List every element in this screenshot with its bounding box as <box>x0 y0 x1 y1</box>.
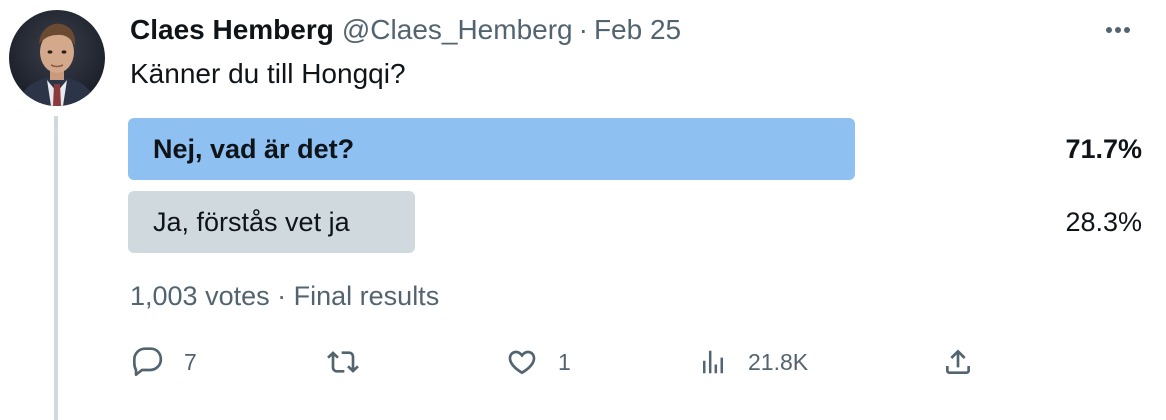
share-icon <box>946 349 970 374</box>
separator-dot: · <box>578 14 588 45</box>
poll-option: Nej, vad är det? 71.7% <box>128 118 1142 180</box>
like-button[interactable]: 1 <box>506 340 571 384</box>
reply-icon <box>133 347 163 376</box>
poll-option-percent: 28.3% <box>1065 207 1142 237</box>
retweet-icon <box>327 351 359 373</box>
thread-line <box>54 116 58 420</box>
heart-icon <box>508 350 536 375</box>
more-horizontal-icon <box>1106 27 1130 33</box>
poll-status: Final results <box>293 281 440 311</box>
tweet-date[interactable]: Feb 25 <box>594 14 681 46</box>
views-button[interactable]: 21.8K <box>698 340 808 384</box>
reply-button[interactable]: 7 <box>132 340 197 384</box>
like-count: 1 <box>558 348 571 375</box>
author-handle[interactable]: @Claes_Hemberg <box>342 14 573 46</box>
poll-option: Ja, förstås vet ja 28.3% <box>128 191 1142 253</box>
poll-votes: 1,003 votes <box>130 281 270 311</box>
avatar-image <box>9 10 105 106</box>
poll-option-label: Nej, vad är det? <box>153 134 355 164</box>
tweet-header: Claes Hemberg @Claes_Hemberg · Feb 25 <box>130 12 681 48</box>
author-name[interactable]: Claes Hemberg <box>130 14 334 46</box>
views-icon <box>703 350 723 374</box>
more-button[interactable] <box>1098 18 1138 42</box>
action-bar: 7 1 21.8K <box>128 340 1008 384</box>
retweet-button[interactable] <box>326 340 360 384</box>
share-button[interactable] <box>942 340 974 384</box>
poll-option-label: Ja, förstås vet ja <box>153 207 350 237</box>
tweet-text: Känner du till Hongqi? <box>130 58 406 89</box>
separator-dot: · <box>277 281 287 311</box>
poll: Nej, vad är det? 71.7% Ja, förstås vet j… <box>128 118 1142 264</box>
poll-option-percent: 71.7% <box>1065 134 1142 164</box>
avatar[interactable] <box>9 10 105 106</box>
reply-count: 7 <box>184 348 197 375</box>
views-count: 21.8K <box>748 348 809 375</box>
poll-footer: 1,003 votes · Final results <box>130 278 439 314</box>
